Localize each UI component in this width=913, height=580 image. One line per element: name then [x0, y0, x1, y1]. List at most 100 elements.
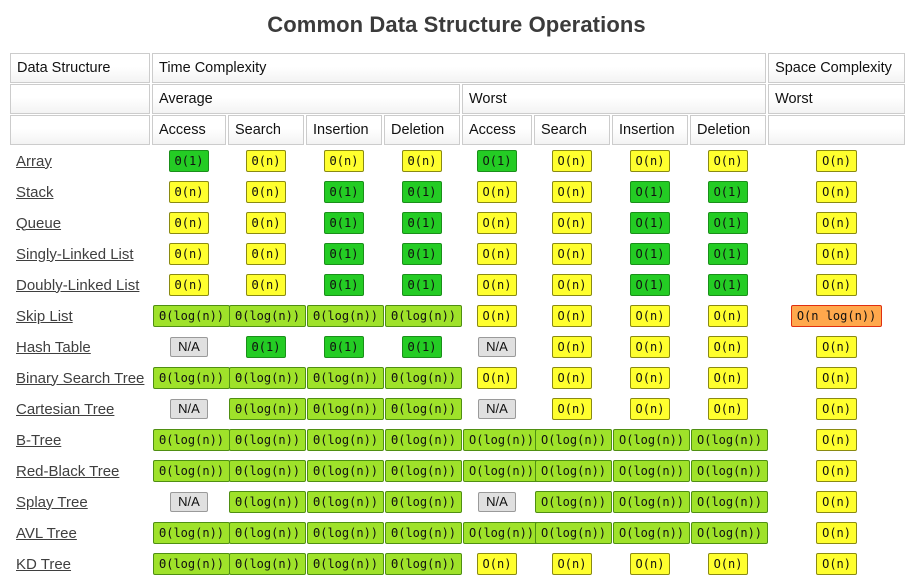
complexity-badge-constant: Θ(1)	[323, 212, 365, 234]
complexity-cell: N/A	[462, 332, 532, 362]
data-structure-link[interactable]: Red-Black Tree	[16, 463, 119, 480]
complexity-cell: Θ(log(n))	[152, 301, 231, 331]
complexity-badge-constant: Θ(1)	[323, 336, 365, 358]
complexity-badge-log: Θ(log(n))	[307, 429, 385, 451]
data-structure-cell: Singly-Linked List	[10, 239, 150, 269]
complexity-badge-constant: O(1)	[476, 150, 518, 172]
complexity-badge-log: Θ(log(n))	[229, 553, 307, 575]
data-structure-link[interactable]: B-Tree	[16, 432, 61, 449]
complexity-cell: O(log(n))	[690, 425, 769, 455]
data-structure-link[interactable]: AVL Tree	[16, 525, 77, 542]
complexity-cell: Θ(n)	[228, 208, 304, 238]
complexity-cell: Θ(log(n))	[228, 487, 307, 517]
complexity-cell: O(n)	[690, 146, 766, 176]
complexity-badge-constant: Θ(1)	[168, 150, 210, 172]
data-structure-cell: Array	[10, 146, 150, 176]
complexity-badge-linear: Θ(n)	[168, 212, 210, 234]
complexity-badge-log: O(log(n))	[535, 429, 613, 451]
complexity-cell: O(n)	[768, 177, 905, 207]
complexity-badge-linear: O(n)	[629, 367, 671, 389]
complexity-cell: N/A	[462, 394, 532, 424]
complexity-badge-linear: O(n)	[551, 274, 593, 296]
complexity-badge-constant: O(1)	[707, 274, 749, 296]
complexity-badge-linear: O(n)	[707, 336, 749, 358]
data-structure-link[interactable]: Splay Tree	[16, 494, 88, 511]
data-structure-link[interactable]: Binary Search Tree	[16, 370, 144, 387]
complexity-badge-linear: Θ(n)	[245, 150, 287, 172]
data-structure-link[interactable]: Singly-Linked List	[16, 246, 134, 263]
complexity-badge-linear: O(n)	[816, 522, 858, 544]
complexity-badge-log: Θ(log(n))	[385, 522, 463, 544]
complexity-cell: Θ(log(n))	[228, 518, 307, 548]
complexity-badge-linear: Θ(n)	[168, 274, 210, 296]
complexity-cell: O(log(n))	[612, 518, 691, 548]
complexity-badge-log: Θ(log(n))	[307, 305, 385, 327]
complexity-badge-linear: O(n)	[551, 212, 593, 234]
data-structure-link[interactable]: Queue	[16, 215, 61, 232]
header-average-access: Access	[152, 115, 226, 145]
complexity-badge-linear: O(n)	[476, 181, 518, 203]
complexity-cell: O(1)	[462, 146, 532, 176]
data-structure-link[interactable]: Skip List	[16, 308, 73, 325]
complexity-cell: Θ(log(n))	[306, 301, 385, 331]
complexity-badge-log: O(log(n))	[613, 491, 691, 513]
header-blank-2	[10, 115, 150, 145]
complexity-badge-linear: O(n)	[816, 336, 858, 358]
complexity-badge-log: Θ(log(n))	[307, 522, 385, 544]
table-row: Hash Table N/A Θ(1) Θ(1) Θ(1) N/A O(n) O(n) O(n)…	[10, 332, 905, 362]
complexity-badge-log: Θ(log(n))	[229, 522, 307, 544]
complexity-cell: O(log(n))	[462, 456, 541, 486]
complexity-badge-linear: O(n)	[816, 212, 858, 234]
data-structure-link[interactable]: KD Tree	[16, 556, 71, 573]
data-structure-cell: Cartesian Tree	[10, 394, 150, 424]
complexity-badge-linear: O(n)	[476, 367, 518, 389]
complexity-cell: Θ(log(n))	[306, 487, 385, 517]
complexity-cell: Θ(n)	[152, 208, 226, 238]
complexity-cell: O(log(n))	[462, 425, 541, 455]
complexity-cell: O(log(n))	[690, 456, 769, 486]
complexity-cell: O(n)	[612, 146, 688, 176]
data-structure-link[interactable]: Cartesian Tree	[16, 401, 114, 418]
complexity-cell: Θ(1)	[384, 332, 460, 362]
complexity-cell: O(1)	[690, 270, 766, 300]
complexity-badge-log: Θ(log(n))	[385, 460, 463, 482]
complexity-badge-linear: O(n)	[707, 305, 749, 327]
header-blank-3	[768, 115, 906, 145]
complexity-badge-constant: Θ(1)	[323, 274, 365, 296]
complexity-badge-linear: O(n)	[551, 150, 593, 172]
complexity-badge-na: N/A	[478, 399, 516, 419]
complexity-cell: O(n)	[612, 301, 688, 331]
complexity-badge-constant: O(1)	[629, 212, 671, 234]
complexity-cell: O(n log(n))	[768, 301, 905, 331]
data-structure-cell: Hash Table	[10, 332, 150, 362]
data-structure-cell: Splay Tree	[10, 487, 150, 517]
complexity-cell: O(n)	[768, 270, 905, 300]
data-structure-link[interactable]: Doubly-Linked List	[16, 277, 139, 294]
complexity-badge-constant: Θ(1)	[401, 274, 443, 296]
complexity-badge-log: Θ(log(n))	[153, 305, 231, 327]
complexity-cell: Θ(log(n))	[384, 394, 463, 424]
complexity-badge-linear: O(n)	[629, 398, 671, 420]
data-structure-link[interactable]: Array	[16, 153, 52, 170]
header-row-case: Average Worst Worst	[10, 84, 906, 114]
complexity-badge-na: N/A	[170, 337, 208, 357]
complexity-cell: Θ(n)	[152, 270, 226, 300]
data-structure-link[interactable]: Hash Table	[16, 339, 91, 356]
header-row-operations: Access Search Insertion Deletion Access …	[10, 115, 906, 145]
complexity-badge-linear: O(n)	[551, 367, 593, 389]
complexity-badge-linear: O(n)	[816, 429, 858, 451]
complexity-badge-linear: O(n)	[816, 553, 858, 575]
complexity-badge-linear: Θ(n)	[245, 243, 287, 265]
header-worst-access: Access	[462, 115, 532, 145]
complexity-badge-linear: O(n)	[551, 553, 593, 575]
complexity-badge-log: O(log(n))	[613, 522, 691, 544]
complexity-cell: O(n)	[534, 301, 610, 331]
complexity-cell: Θ(1)	[306, 208, 382, 238]
complexity-cell: O(n)	[534, 332, 610, 362]
complexity-cell: O(1)	[612, 177, 688, 207]
table-row: Singly-Linked List Θ(n) Θ(n) Θ(1) Θ(1) O(n) O(…	[10, 239, 905, 269]
complexity-badge-log: O(log(n))	[535, 522, 613, 544]
data-structure-cell: KD Tree	[10, 549, 150, 579]
data-structure-link[interactable]: Stack	[16, 184, 54, 201]
complexity-badge-linear: O(n)	[551, 336, 593, 358]
